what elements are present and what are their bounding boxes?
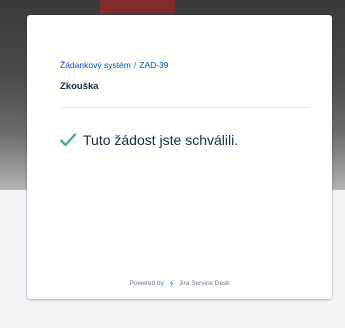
approval-card: Žádankový systém / ZAD-39 Zkouška Tuto žád… [27, 15, 332, 299]
background-banner [100, 0, 175, 14]
breadcrumb-project-link[interactable]: Žádankový systém [60, 60, 131, 70]
breadcrumb-separator: / [133, 60, 137, 70]
powered-by-text: Powered by [129, 280, 164, 287]
check-icon [59, 132, 77, 148]
footer: Powered by Jira Service Desk [27, 279, 332, 288]
approval-status: Tuto žádost jste schválili. [59, 132, 238, 148]
jira-service-desk-icon [167, 279, 176, 288]
status-message: Tuto žádost jste schválili. [83, 132, 239, 148]
breadcrumb: Žádankový systém / ZAD-39 [60, 60, 169, 70]
request-title: Zkouška [60, 81, 99, 92]
breadcrumb-issue-link[interactable]: ZAD-39 [139, 60, 168, 70]
jira-service-desk-link[interactable]: Jira Service Desk [179, 280, 230, 287]
divider [60, 107, 310, 108]
